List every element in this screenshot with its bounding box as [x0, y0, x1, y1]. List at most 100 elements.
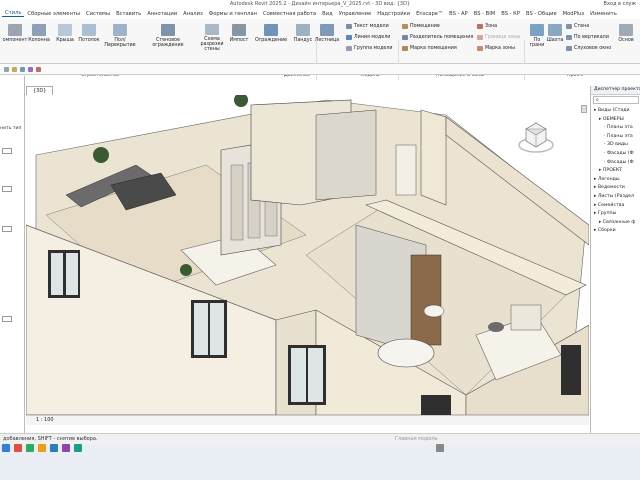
select-icon[interactable] — [12, 67, 17, 72]
ribbon-button[interactable]: Потолок — [76, 22, 102, 52]
ribbon-tab[interactable]: Сборные элементы — [24, 11, 83, 17]
prop-field[interactable] — [2, 186, 12, 192]
room-separator-icon — [402, 35, 408, 40]
viewcube-icon[interactable] — [516, 117, 556, 157]
browser-tree-item[interactable]: · Планы эта — [604, 125, 633, 130]
ribbon-tool-icon — [320, 24, 334, 36]
prop-field[interactable] — [2, 148, 12, 154]
signin-link[interactable]: Вход в служ — [604, 1, 636, 7]
dormer-button[interactable]: Слуховое окно — [566, 46, 611, 51]
ribbon-tab[interactable]: BS - Общие — [523, 11, 560, 17]
ribbon-button[interactable]: Схема разрезки стены — [194, 22, 230, 52]
ribbon-tab[interactable]: Вставить — [113, 11, 144, 17]
app-icon[interactable] — [38, 444, 46, 452]
ribbon-tab[interactable]: Аннотации — [144, 11, 180, 17]
prop-field[interactable] — [2, 226, 12, 232]
browser-tree-item[interactable]: ▸ Связанные ф — [599, 220, 635, 225]
zone-button[interactable]: Зона — [477, 24, 497, 29]
by-face-icon — [530, 24, 544, 36]
browser-tree-item[interactable]: · Фасады (Ф — [604, 160, 634, 165]
app-icon[interactable] — [26, 444, 34, 452]
ribbon-tab[interactable]: BS - АР — [446, 11, 471, 17]
vertical-opening-button[interactable]: По вертикали — [566, 35, 609, 40]
ribbon-button[interactable]: Импост — [226, 22, 252, 52]
shaft-button[interactable]: Шахта — [546, 22, 564, 52]
model-group-icon — [346, 46, 352, 51]
view-scale[interactable]: 1 : 100 — [36, 417, 54, 423]
ribbon-tool-icon — [32, 24, 46, 36]
browser-tree-item[interactable]: ▸ Листы (Раздел — [594, 194, 634, 199]
3d-viewport[interactable] — [26, 95, 589, 415]
room-tag-button[interactable]: Марка помещения — [402, 46, 457, 51]
ribbon-button-label: Пол/Перекрытие — [104, 38, 136, 48]
annotate-icon[interactable] — [36, 67, 41, 72]
browser-tree-item[interactable]: ▸ ПРОЕКТ — [599, 168, 622, 173]
browser-search[interactable]: ⌕ — [593, 96, 639, 104]
browser-tree-item[interactable]: · Фасады (Ф — [604, 151, 634, 156]
properties-panel: нить тип — [0, 76, 25, 433]
ribbon-button[interactable]: Лестница — [314, 22, 340, 52]
ribbon-tab[interactable]: Enscape™ — [413, 11, 446, 17]
ribbon-tab[interactable]: Совместная работа — [260, 11, 319, 17]
filter-icon[interactable] — [20, 67, 25, 72]
vertical-opening-icon — [566, 35, 572, 40]
start-icon[interactable] — [2, 444, 10, 452]
room-icon — [402, 24, 408, 29]
ribbon-tab[interactable]: Системы — [83, 11, 113, 17]
app-icon[interactable] — [50, 444, 58, 452]
model-text-icon — [346, 24, 352, 29]
tray-icon[interactable] — [436, 444, 444, 452]
browser-tree-item[interactable]: ▸ Виды (Стади — [594, 108, 630, 113]
browser-tree-item[interactable]: ▸ Группы — [594, 211, 616, 216]
ribbon-button[interactable]: омпонент — [2, 22, 28, 52]
ribbon-tab[interactable]: BS - BIM — [471, 11, 499, 17]
modify-icon[interactable] — [4, 67, 9, 72]
dormer-icon — [566, 46, 572, 51]
zone-icon — [477, 24, 483, 29]
app-icon[interactable] — [62, 444, 70, 452]
ribbon-tab[interactable]: Надстройки — [374, 11, 413, 17]
ribbon-button[interactable]: Стеновое ограждение — [150, 22, 186, 52]
model-line-button[interactable]: Линия модели — [346, 35, 390, 40]
ribbon-tab[interactable]: Формы и генплан — [206, 11, 260, 17]
browser-tree-item[interactable]: ▸ Легенды — [594, 177, 620, 182]
wall-opening-button[interactable]: Стена — [566, 24, 589, 29]
measure-icon[interactable] — [28, 67, 33, 72]
room-button[interactable]: Помещение — [402, 24, 440, 29]
browser-tree-item[interactable]: ▸ Семейства — [594, 203, 624, 208]
ribbon-tab[interactable]: BS - КР — [498, 11, 523, 17]
ribbon-tab[interactable]: Управление — [336, 11, 375, 17]
app-icon[interactable] — [74, 444, 82, 452]
ribbon-button-label: Схема разрезки стены — [200, 37, 224, 52]
model-text-button[interactable]: Текст модели — [346, 24, 389, 29]
ribbon-button[interactable]: Ограждение — [255, 22, 287, 52]
ribbon-tab[interactable]: Стиль — [2, 10, 25, 17]
zone-tag-button[interactable]: Марка зоны — [477, 46, 515, 51]
browser-tree-item[interactable]: ▸ Сборки — [594, 228, 616, 233]
ribbon-button[interactable]: Пандус — [290, 22, 316, 52]
browser-tree-item[interactable]: ▸ Ведомости — [594, 185, 625, 190]
ribbon-tool-icon — [113, 24, 127, 36]
ribbon-tab[interactable]: Анализ — [180, 11, 206, 17]
datum-button[interactable]: Основ — [614, 22, 638, 52]
browser-tree-label: Семейства — [597, 202, 625, 208]
ribbon-button[interactable]: Пол/Перекрытие — [102, 22, 138, 52]
browser-tree-item[interactable]: · 3D виды — [604, 142, 628, 147]
view-tab-3d[interactable]: {3D} — [26, 86, 54, 95]
ribbon-tab[interactable]: ModPlus — [560, 11, 588, 17]
ribbon-tab[interactable]: Вид — [319, 11, 336, 17]
ribbon-button[interactable]: Крыша — [52, 22, 78, 52]
prop-field[interactable] — [2, 316, 12, 322]
model-group-button[interactable]: Группа модели — [346, 46, 393, 51]
zone-boundary-button[interactable]: Граница зоны — [477, 35, 520, 40]
ribbon-button[interactable]: Колонна — [26, 22, 52, 52]
ribbon-tab[interactable]: Изменить — [587, 11, 620, 17]
status-main-model[interactable]: Главная модель — [395, 434, 438, 445]
by-face-button[interactable]: По грани — [526, 22, 548, 52]
ribbon-tool-icon — [296, 24, 310, 36]
app-icon[interactable] — [14, 444, 22, 452]
browser-tree-item[interactable]: ▸ ОБМЕРЫ — [599, 117, 624, 122]
room-separator-button[interactable]: Разделитель помещения — [402, 35, 473, 40]
navigation-bar[interactable] — [581, 105, 587, 113]
browser-tree-item[interactable]: · Планы эта — [604, 134, 633, 139]
